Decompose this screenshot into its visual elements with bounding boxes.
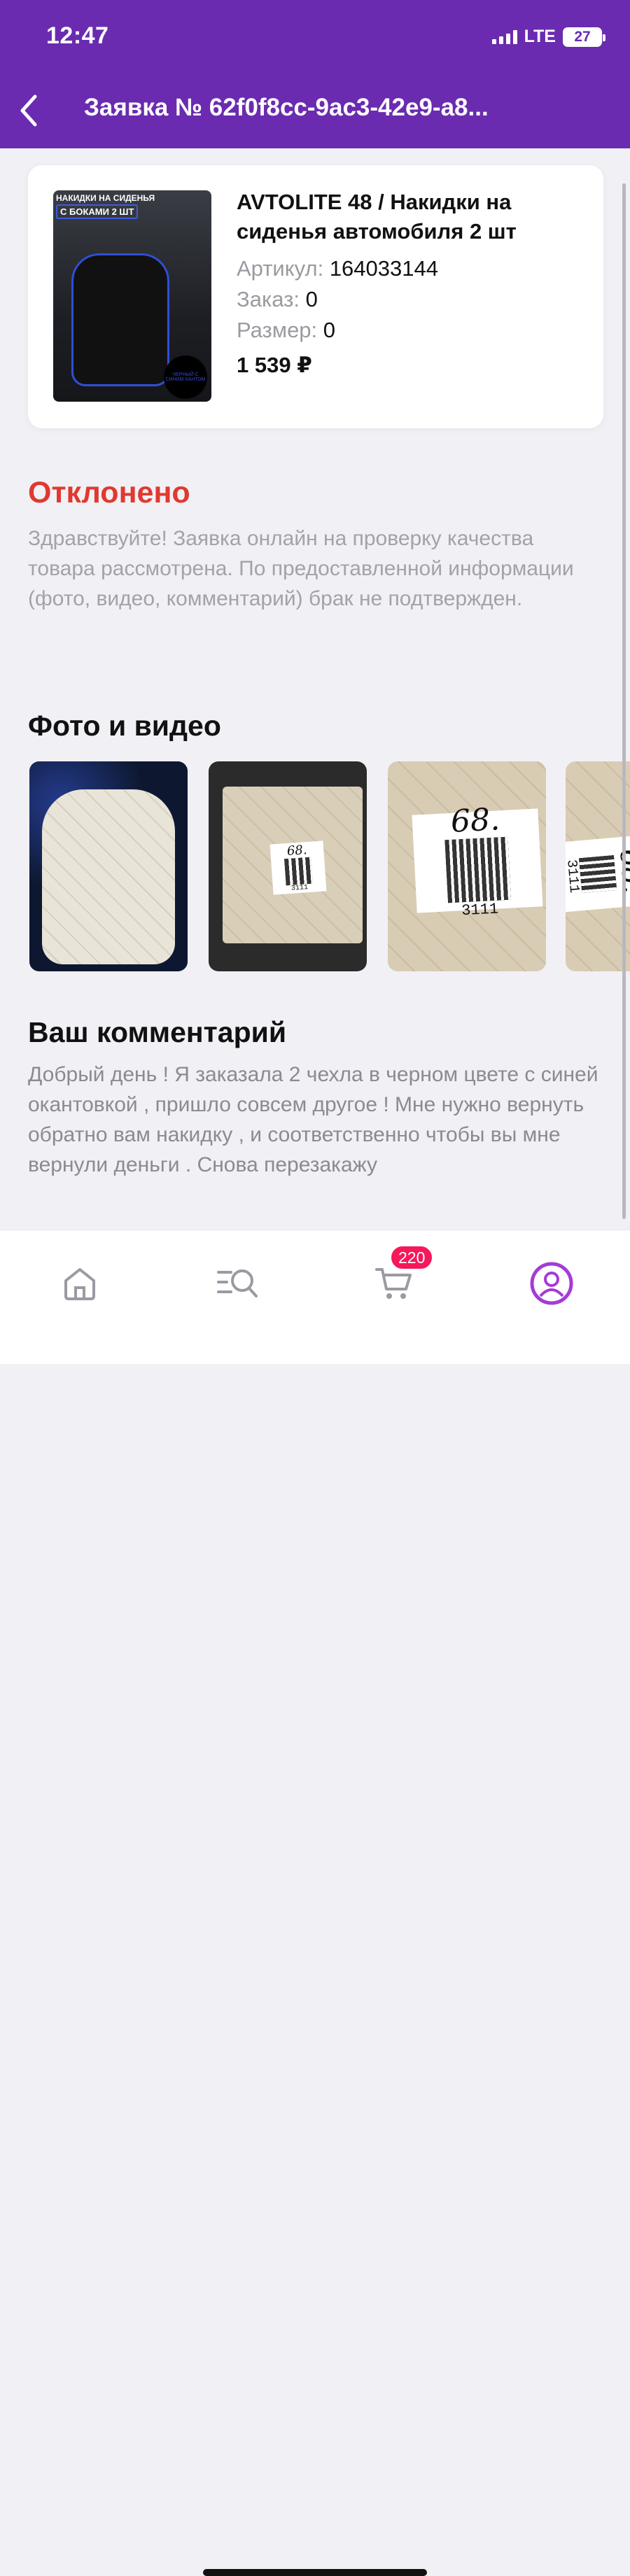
home-icon xyxy=(64,1268,95,1300)
tab-catalog[interactable] xyxy=(210,1255,266,1311)
product-card[interactable]: НАКИДКИ НА СИДЕНЬЯ С БОКАМИ 2 ШТ ЧЕРНЫЙ … xyxy=(28,165,603,428)
qr-code-icon xyxy=(284,857,313,886)
product-price: 1 539 ₽ xyxy=(237,353,312,377)
network-label: LTE xyxy=(524,27,556,46)
size-value: 0 xyxy=(323,318,336,342)
qr-code-icon xyxy=(444,836,511,903)
tab-bar: 220 xyxy=(0,1230,630,2576)
photos-section-title: Фото и видео xyxy=(28,710,221,742)
page-title: Заявка № 62f0f8cc-9ac3-42e9-a8... xyxy=(84,94,489,121)
product-order: Заказ: 0 xyxy=(237,287,318,312)
battery-icon: 27 xyxy=(563,27,606,47)
photo-thumbnail[interactable]: 68. 3111 xyxy=(209,761,367,971)
tab-profile[interactable] xyxy=(524,1255,580,1311)
label-number: 68. xyxy=(449,801,501,840)
catalog-search-icon xyxy=(217,1269,258,1297)
photo-thumbnail[interactable]: 68. 3111 xyxy=(388,761,546,971)
label-number: 68. xyxy=(286,843,308,859)
package-label: 68. 3111 xyxy=(270,840,327,895)
seat-cover-illustration xyxy=(71,253,169,386)
signal-icon xyxy=(491,29,517,44)
comment-text: Добрый день ! Я заказала 2 чехла в черно… xyxy=(28,1063,598,1176)
status-time: 12:47 xyxy=(46,22,109,49)
app-header: 12:47 LTE 27 Заявка № 62f0f8cc-9ac3-42e9… xyxy=(0,0,630,148)
label-code: 3111 xyxy=(461,900,499,920)
cart-count-badge: 220 xyxy=(389,1244,435,1271)
photos-carousel[interactable]: 68. 3111 68. 3111 68. 3111 xyxy=(0,761,630,971)
scrollbar[interactable] xyxy=(622,183,626,1219)
product-article: Артикул: 164033144 xyxy=(237,256,438,281)
package-label: 68. 3111 xyxy=(566,834,630,913)
size-label: Размер: xyxy=(237,318,318,342)
product-name: AVTOLITE 48 / Накидки на сиденья автомоб… xyxy=(237,190,517,244)
photo-thumbnail[interactable] xyxy=(29,761,188,971)
order-label: Заказ: xyxy=(237,287,300,311)
status-description: Здравствуйте! Заявка онлайн на проверку … xyxy=(28,527,574,610)
battery-level: 27 xyxy=(574,28,591,45)
product-image[interactable]: НАКИДКИ НА СИДЕНЬЯ С БОКАМИ 2 ШТ ЧЕРНЫЙ … xyxy=(53,190,211,402)
article-value: 164033144 xyxy=(329,256,438,281)
back-button[interactable] xyxy=(11,90,46,132)
package-label: 68. 3111 xyxy=(412,801,543,920)
product-size: Размер: 0 xyxy=(237,318,335,343)
comment-section-title: Ваш комментарий xyxy=(28,1016,287,1048)
photo-thumbnail[interactable]: 68. 3111 xyxy=(566,761,630,971)
seat-cover-photo xyxy=(42,789,175,964)
label-code: 3111 xyxy=(290,884,309,893)
article-label: Артикул: xyxy=(237,256,324,281)
product-image-banner: НАКИДКИ НА СИДЕНЬЯ xyxy=(56,193,155,203)
status-indicators: LTE 27 xyxy=(491,27,606,47)
qr-code-icon xyxy=(579,854,617,894)
order-value: 0 xyxy=(305,287,318,311)
home-indicator xyxy=(203,2569,427,2576)
profile-icon xyxy=(530,1262,573,1305)
product-image-subbanner: С БОКАМИ 2 ШТ xyxy=(56,204,139,219)
status-title: Отклонено xyxy=(28,476,190,509)
product-image-badge: ЧЕРНЫЙ С СИНИМ КАНТОМ xyxy=(164,356,207,399)
chevron-left-icon xyxy=(20,94,37,127)
tab-home[interactable] xyxy=(52,1255,108,1311)
